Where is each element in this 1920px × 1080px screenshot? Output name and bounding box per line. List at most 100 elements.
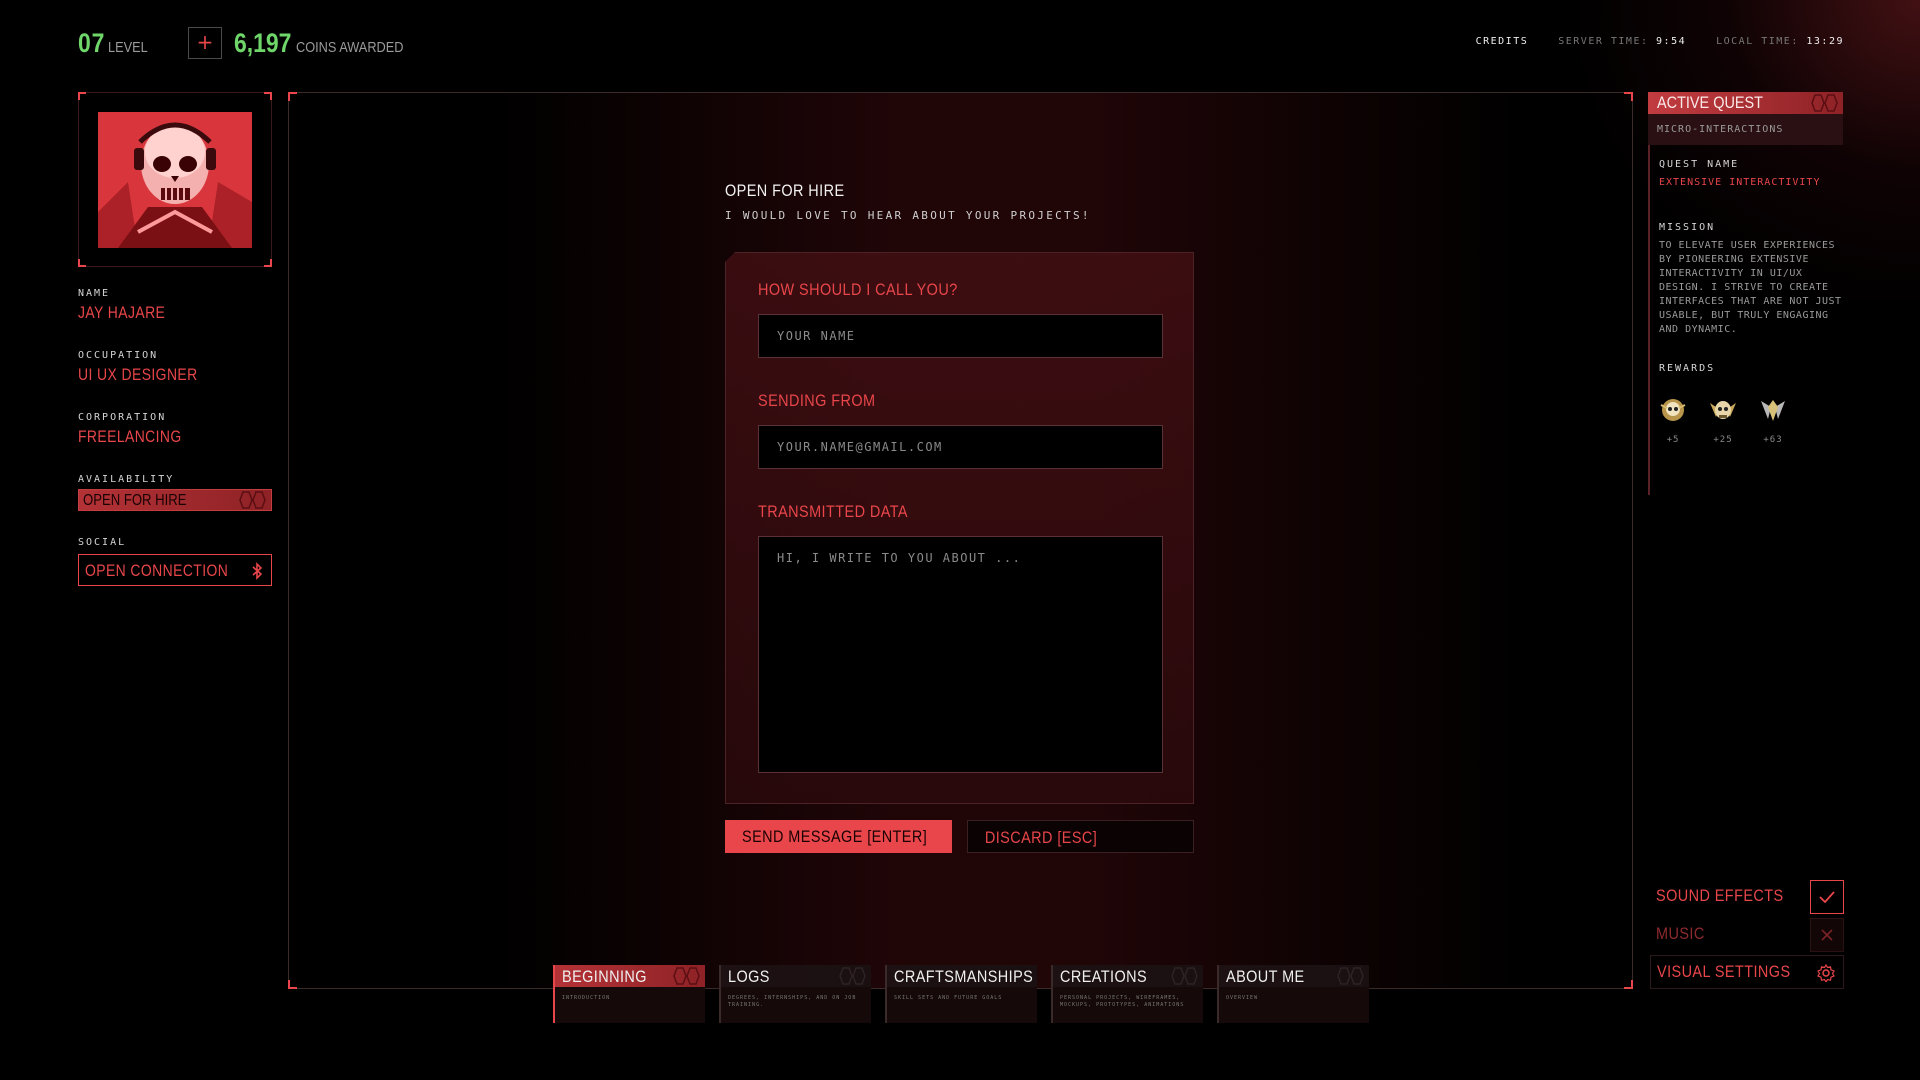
check-icon <box>1819 891 1835 903</box>
reward-item: +63 <box>1756 395 1790 445</box>
mission-text: TO ELEVATE USER EXPERIENCES BY PIONEERIN… <box>1659 240 1842 335</box>
reward-value: +25 <box>1713 435 1733 445</box>
active-quest-panel: ACTIVE QUEST MICRO-INTERACTIONS QUEST NA… <box>1648 92 1843 495</box>
quest-subheader: MICRO-INTERACTIONS <box>1648 114 1843 145</box>
form-subtitle: I WOULD LOVE TO HEAR ABOUT YOUR PROJECTS… <box>725 209 1091 222</box>
tab-title: CREATIONS <box>1060 967 1148 986</box>
send-message-label: SEND MESSAGE [ENTER] <box>742 827 928 846</box>
send-message-button[interactable]: SEND MESSAGE [ENTER] <box>725 820 952 853</box>
server-time-value: 9:54 <box>1656 36 1687 47</box>
quest-name-value: EXTENSIVE INTERACTIVITY <box>1659 177 1821 188</box>
sound-effects-toggle[interactable]: SOUND EFFECTS <box>1650 880 1844 914</box>
coins-value: 6,197 <box>234 28 292 58</box>
hex-pattern-icon <box>673 967 700 985</box>
reward-item: +25 <box>1706 395 1740 445</box>
hex-pattern-icon <box>239 491 266 509</box>
coins-label: COINS AWARDED <box>296 39 404 56</box>
discard-button[interactable]: DISCARD [ESC] <box>967 820 1194 853</box>
tab-creations[interactable]: CREATIONS PERSONAL PROJECTS, WIREFRAMES,… <box>1051 965 1203 1023</box>
visual-settings-button[interactable]: VISUAL SETTINGS <box>1650 955 1844 989</box>
social-block: SOCIAL OPEN CONNECTION <box>78 537 272 586</box>
local-time-value: 13:29 <box>1806 36 1844 47</box>
tab-title: LOGS <box>728 967 770 986</box>
skull-wings-badge-icon <box>1710 401 1736 419</box>
bluetooth-icon <box>252 562 263 580</box>
reward-item: +5 <box>1656 395 1690 445</box>
occupation-block: OCCUPATION UI UX DESIGNER <box>78 350 272 385</box>
server-time: SERVER TIME: 9:54 <box>1558 36 1686 47</box>
winged-crest-badge-icon <box>1761 400 1785 421</box>
gear-icon-box <box>1809 956 1843 990</box>
rewards-label: REWARDS <box>1659 363 1716 374</box>
corporation-label: CORPORATION <box>78 412 167 423</box>
tab-description: PERSONAL PROJECTS, WIREFRAMES, MOCKUPS, … <box>1060 995 1185 1008</box>
occupation-label: OCCUPATION <box>78 350 159 361</box>
close-icon <box>1821 929 1833 941</box>
level-display: 07 LEVEL <box>78 28 155 59</box>
quest-body: QUEST NAME EXTENSIVE INTERACTIVITY MISSI… <box>1648 145 1843 495</box>
corporation-block: CORPORATION FREELANCING <box>78 412 272 447</box>
availability-label: AVAILABILITY <box>78 474 175 485</box>
avatar-frame <box>78 92 272 267</box>
tab-title: CRAFTSMANSHIPS <box>894 967 1034 986</box>
availability-status: OPEN FOR HIRE <box>78 489 272 511</box>
skull-badge-icon <box>1660 399 1686 421</box>
quest-header-label: ACTIVE QUEST <box>1657 93 1763 112</box>
avatar <box>98 112 252 248</box>
name-label: NAME <box>78 288 111 299</box>
tab-title: BEGINNING <box>562 967 647 986</box>
contact-form: HOW SHOULD I CALL YOU? SENDING FROM TRAN… <box>725 252 1194 804</box>
music-label: MUSIC <box>1656 924 1705 943</box>
sound-effects-checkbox[interactable] <box>1810 880 1844 914</box>
availability-value: OPEN FOR HIRE <box>83 492 187 509</box>
hex-pattern-icon <box>1171 967 1198 985</box>
tab-beginning[interactable]: BEGINNING INTRODUCTION <box>553 965 705 1023</box>
social-label: SOCIAL <box>78 537 127 548</box>
server-time-label: SERVER TIME: <box>1558 36 1649 47</box>
tab-about-me[interactable]: ABOUT ME OVERVIEW <box>1217 965 1369 1023</box>
level-value: 07 <box>78 28 106 58</box>
tab-craftsmanships[interactable]: CRAFTSMANSHIPS SKILL SETS AND FUTURE GOA… <box>885 965 1037 1023</box>
corporation-value: FREELANCING <box>78 427 182 446</box>
reward-value: +63 <box>1763 435 1783 445</box>
skull-soldier-portrait <box>98 112 252 248</box>
discard-label: DISCARD [ESC] <box>984 828 1098 847</box>
local-time-label: LOCAL TIME: <box>1716 36 1799 47</box>
name-field-label: HOW SHOULD I CALL YOU? <box>758 280 958 299</box>
tab-description: INTRODUCTION <box>562 995 611 1001</box>
availability-block: AVAILABILITY OPEN FOR HIRE <box>78 474 272 511</box>
name-block: NAME JAY HAJARE <box>78 288 272 323</box>
email-input[interactable] <box>758 425 1163 469</box>
reward-value: +5 <box>1666 435 1680 445</box>
top-right-info: CREDITS SERVER TIME: 9:54 LOCAL TIME: 13… <box>1476 36 1844 47</box>
add-coins-button[interactable]: + <box>188 27 222 59</box>
quest-name-label: QUEST NAME <box>1659 159 1740 170</box>
open-connection-label: OPEN CONNECTION <box>85 561 229 580</box>
music-checkbox[interactable] <box>1810 918 1844 952</box>
tab-logs[interactable]: LOGS DEGREES, INTERNSHIPS, AND ON JOB TR… <box>719 965 871 1023</box>
music-toggle[interactable]: MUSIC <box>1650 918 1844 952</box>
tab-description: SKILL SETS AND FUTURE GOALS <box>894 995 1003 1001</box>
hex-pattern-icon <box>1811 94 1838 112</box>
name-input[interactable] <box>758 314 1163 358</box>
hex-pattern-icon <box>1337 967 1364 985</box>
local-time: LOCAL TIME: 13:29 <box>1716 36 1844 47</box>
credits-link[interactable]: CREDITS <box>1476 36 1529 47</box>
tab-description: DEGREES, INTERNSHIPS, AND ON JOB TRAININ… <box>728 995 857 1008</box>
sound-effects-label: SOUND EFFECTS <box>1656 886 1784 905</box>
message-field-label: TRANSMITTED DATA <box>758 502 908 521</box>
quest-header: ACTIVE QUEST <box>1648 92 1843 114</box>
coins-display: 6,197 COINS AWARDED <box>234 28 422 59</box>
hex-pattern-icon <box>839 967 866 985</box>
form-title: OPEN FOR HIRE <box>725 181 845 200</box>
name-value: JAY HAJARE <box>78 303 166 322</box>
visual-settings-label: VISUAL SETTINGS <box>1657 962 1791 981</box>
message-input[interactable] <box>758 536 1163 773</box>
level-label: LEVEL <box>108 39 148 56</box>
mission-label: MISSION <box>1659 222 1716 233</box>
open-connection-button[interactable]: OPEN CONNECTION <box>78 554 272 586</box>
email-field-label: SENDING FROM <box>758 391 876 410</box>
gear-icon <box>1817 964 1835 982</box>
tab-title: ABOUT ME <box>1226 967 1305 986</box>
occupation-value: UI UX DESIGNER <box>78 365 198 384</box>
